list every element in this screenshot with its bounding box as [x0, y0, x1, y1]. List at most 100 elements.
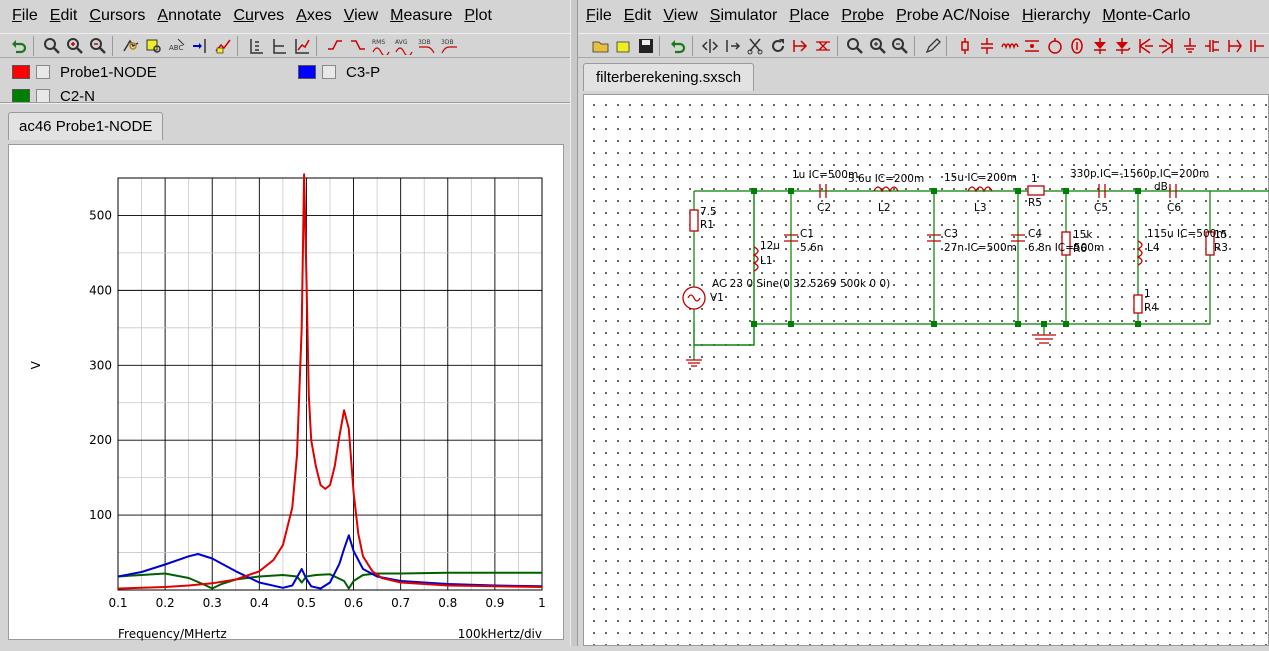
zoom-in-icon[interactable]	[64, 35, 86, 57]
c5-ref[interactable]: C5	[1094, 202, 1108, 214]
c4-ref[interactable]: C4	[1028, 228, 1042, 240]
zoom-full-icon[interactable]	[41, 35, 63, 57]
graph-menu-axes[interactable]: Axes	[290, 0, 338, 32]
graph-menu-measure[interactable]: Measure	[384, 0, 458, 32]
inductor-icon[interactable]	[999, 35, 1020, 57]
undo-icon[interactable]	[667, 35, 688, 57]
l3-ref[interactable]: L3	[974, 202, 987, 214]
rise-icon[interactable]	[324, 35, 346, 57]
opamp-icon[interactable]	[1224, 35, 1245, 57]
zoom-out-icon[interactable]	[87, 35, 109, 57]
cut-icon[interactable]	[745, 35, 766, 57]
r4-value[interactable]: 1	[1144, 288, 1151, 300]
v1-ref[interactable]: V1	[710, 292, 724, 304]
c4-value[interactable]: 6.8n IC=500m	[1028, 242, 1104, 254]
legend-entry-c3-p[interactable]: C3-P	[298, 61, 380, 83]
graph-menu-file[interactable]: File	[6, 0, 44, 32]
r5-value[interactable]: 1	[1031, 173, 1038, 185]
schematic-menu-edit[interactable]: Edit	[618, 0, 658, 32]
schematic-canvas[interactable]: 1u IC=500m C2 3.6u IC=200m L2 15u IC=200…	[583, 94, 1269, 646]
r1-value[interactable]: 7.5	[700, 206, 717, 218]
l1-ref[interactable]: L1	[760, 255, 773, 267]
graph-menu-plot[interactable]: Plot	[458, 0, 498, 32]
r3-ref[interactable]: R3	[1214, 242, 1228, 254]
r6-ref[interactable]: R6	[1073, 243, 1087, 255]
schematic-menu-hierarchy[interactable]: Hierarchy	[1016, 0, 1096, 32]
mirror-icon[interactable]	[722, 35, 743, 57]
graph-menu-cursors[interactable]: Cursors	[83, 0, 151, 32]
c1-ref[interactable]: C1	[800, 228, 814, 240]
l3-value[interactable]: 15u IC=200m	[944, 172, 1017, 184]
zoom-select-icon[interactable]	[143, 35, 165, 57]
graph-menu-curves[interactable]: Curves	[227, 0, 290, 32]
new-icon[interactable]	[612, 35, 633, 57]
source-icon[interactable]	[1044, 35, 1065, 57]
r6-value[interactable]: 15k	[1073, 229, 1093, 241]
r1-ref[interactable]: R1	[700, 219, 714, 231]
l4-ref[interactable]: L4	[1147, 242, 1160, 254]
c5-value[interactable]: 330p IC=-1560p IC=200m	[1070, 168, 1209, 180]
pnp-icon[interactable]	[1157, 35, 1178, 57]
avg-icon[interactable]: AVG	[393, 35, 415, 57]
schematic-menu-simulator[interactable]: Simulator	[704, 0, 784, 32]
align-axes-icon[interactable]	[245, 35, 267, 57]
r5-ref[interactable]: R5	[1028, 197, 1042, 209]
c6-ref[interactable]: C6	[1167, 202, 1181, 214]
axis-split-icon[interactable]	[268, 35, 290, 57]
v1-value[interactable]: AC 23 0 Sine(0 32.5269 500k 0 0)	[712, 278, 890, 290]
c3-value[interactable]: 27n IC=500m	[944, 242, 1017, 254]
legend-entry-c2-n[interactable]: C2-N	[12, 85, 95, 103]
capacitor-icon[interactable]	[977, 35, 998, 57]
pencil-icon[interactable]	[922, 35, 943, 57]
current-source-icon[interactable]	[1067, 35, 1088, 57]
edit-curve-icon[interactable]	[212, 35, 234, 57]
tab-graph[interactable]: ac46 Probe1-NODE	[8, 112, 164, 140]
l2-value[interactable]: 3.6u IC=200m	[848, 173, 924, 185]
rms-icon[interactable]: RMS	[370, 35, 392, 57]
legend-divider[interactable]	[0, 102, 570, 104]
graph-menu-annotate[interactable]: Annotate	[151, 0, 227, 32]
window-splitter[interactable]	[570, 0, 578, 646]
wire-join-icon[interactable]	[812, 35, 833, 57]
c1-value[interactable]: 5.6n	[800, 242, 823, 254]
schematic-menu-probe-ac-noise[interactable]: Probe AC/Noise	[890, 0, 1016, 32]
resistor-icon[interactable]	[954, 35, 975, 57]
legend-checkbox[interactable]	[322, 65, 336, 79]
cursor-add-icon[interactable]	[189, 35, 211, 57]
c2-ref[interactable]: C2	[817, 202, 831, 214]
wire-icon[interactable]	[1022, 35, 1043, 57]
npn-icon[interactable]	[1134, 35, 1155, 57]
tab-schematic[interactable]: filterberekening.sxsch	[583, 63, 755, 91]
refresh-icon[interactable]	[767, 35, 788, 57]
fall-icon[interactable]	[347, 35, 369, 57]
abc-annotate-icon[interactable]: ABC	[166, 35, 188, 57]
wire-split-icon[interactable]	[790, 35, 811, 57]
zoom-full-icon[interactable]	[845, 35, 866, 57]
mosfet-icon[interactable]	[1202, 35, 1223, 57]
zoom-out-icon[interactable]	[889, 35, 910, 57]
legend-entry-probe1-node[interactable]: Probe1-NODE	[12, 61, 157, 83]
l2-ref[interactable]: L2	[878, 202, 891, 214]
undo-icon[interactable]	[8, 35, 30, 57]
3db-low-icon[interactable]: 3DB	[416, 35, 438, 57]
3db-high-icon[interactable]: 3DB	[439, 35, 461, 57]
zoom-in-icon[interactable]	[867, 35, 888, 57]
zoom-box-icon[interactable]	[120, 35, 142, 57]
r4-ref[interactable]: R4	[1144, 302, 1158, 314]
switch-icon[interactable]	[1247, 35, 1268, 57]
l1-value[interactable]: 12u	[760, 240, 780, 252]
ground-icon[interactable]	[1179, 35, 1200, 57]
legend-checkbox[interactable]	[36, 65, 50, 79]
graph-menu-view[interactable]: View	[338, 0, 384, 32]
schematic-menu-view[interactable]: View	[657, 0, 703, 32]
c3-ref[interactable]: C3	[944, 228, 958, 240]
save-icon[interactable]	[635, 35, 656, 57]
schematic-menu-file[interactable]: File	[580, 0, 618, 32]
plot-area[interactable]: 0.1 0.2 0.3 0.4 0.5 0.6 0.7 0.8 0.9 1 100 200 300 400…	[8, 144, 564, 641]
axis-grid-icon[interactable]	[291, 35, 313, 57]
diode-icon[interactable]	[1089, 35, 1110, 57]
zener-icon[interactable]	[1112, 35, 1133, 57]
r3-value[interactable]: 15	[1214, 229, 1227, 241]
c6-value[interactable]: dB	[1154, 181, 1168, 193]
legend-checkbox[interactable]	[36, 89, 50, 103]
